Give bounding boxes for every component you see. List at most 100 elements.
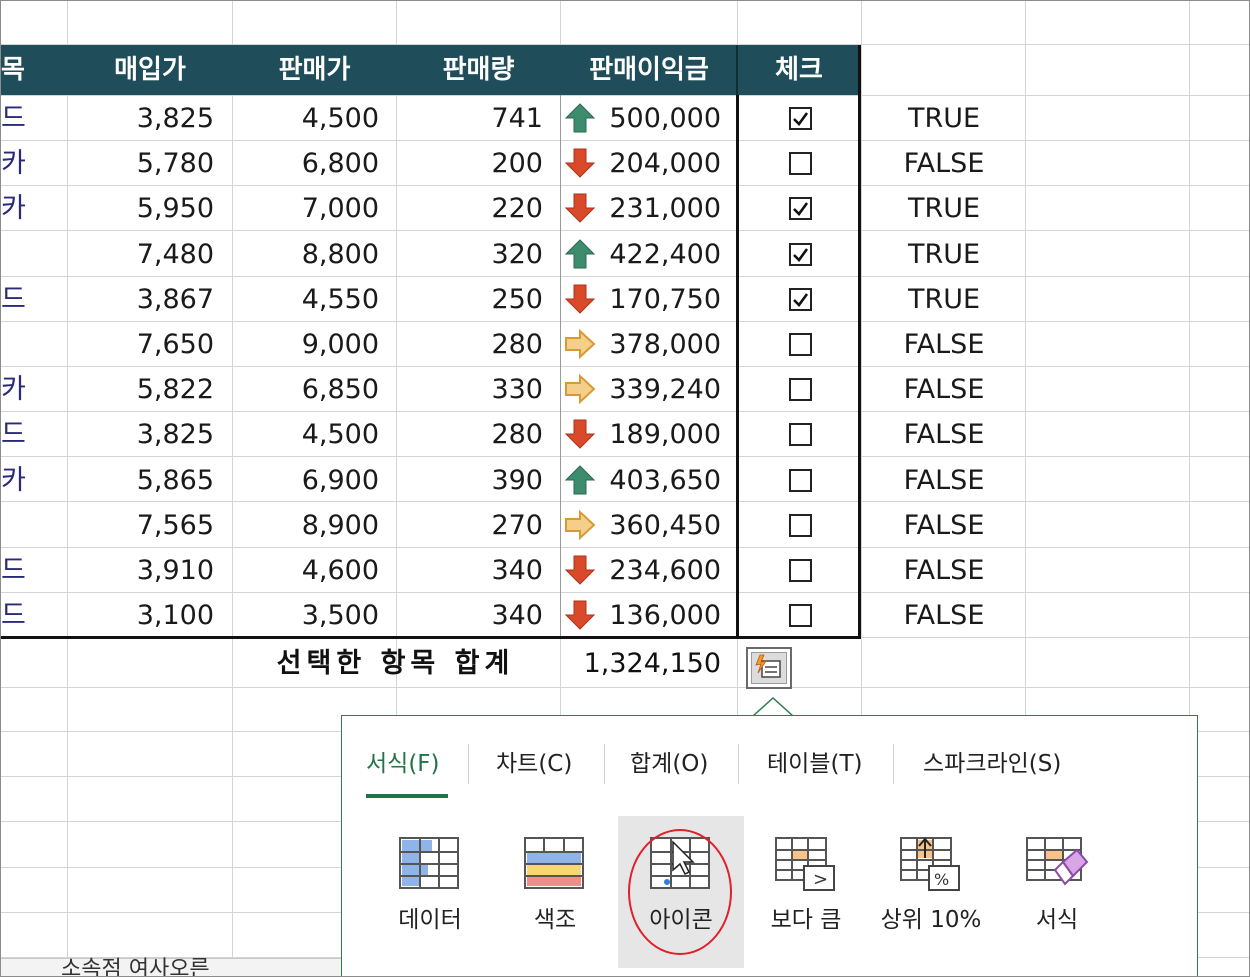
row-checkbox[interactable] [789, 469, 812, 492]
sell-price-cell[interactable]: 4,500 [233, 96, 379, 141]
sell-price-cell[interactable]: 4,600 [233, 548, 379, 593]
arrow-up-icon [564, 238, 596, 270]
profit-cell[interactable]: 170,750 [601, 277, 721, 322]
item-cell[interactable]: 카 [1, 141, 41, 186]
profit-cell[interactable]: 378,000 [601, 322, 721, 367]
buy-price-cell[interactable]: 5,950 [68, 186, 214, 231]
buy-price-cell[interactable]: 7,480 [68, 232, 214, 277]
row-checkbox[interactable] [789, 107, 812, 130]
profit-cell[interactable]: 136,000 [601, 593, 721, 638]
tab-table[interactable]: 테이블(T) [767, 746, 862, 782]
sheet-tab[interactable]: 소속점 여사오른 [61, 959, 210, 977]
item-cell[interactable]: 카 [1, 186, 41, 231]
profit-cell[interactable]: 189,000 [601, 412, 721, 457]
quantity-cell[interactable]: 270 [397, 503, 543, 548]
quantity-cell[interactable]: 390 [397, 458, 543, 503]
profit-cell[interactable]: 403,650 [601, 458, 721, 503]
row-checkbox[interactable] [789, 288, 812, 311]
boolean-cell[interactable]: FALSE [863, 548, 1025, 593]
row-checkbox[interactable] [789, 378, 812, 401]
sell-price-cell[interactable]: 3,500 [233, 593, 379, 638]
option-color-scale[interactable]: 색조 [492, 816, 618, 968]
profit-cell[interactable]: 360,450 [601, 503, 721, 548]
quantity-cell[interactable]: 330 [397, 367, 543, 412]
buy-price-cell[interactable]: 7,565 [68, 503, 214, 548]
arrow-right-icon [564, 509, 596, 541]
option-clear-format[interactable]: 서식 [994, 816, 1120, 968]
profit-cell[interactable]: 339,240 [601, 367, 721, 412]
buy-price-cell[interactable]: 3,867 [68, 277, 214, 322]
boolean-cell[interactable]: FALSE [863, 458, 1025, 503]
option-data-bar[interactable]: 데이터 [367, 816, 493, 968]
row-checkbox[interactable] [789, 559, 812, 582]
boolean-cell[interactable]: FALSE [863, 412, 1025, 457]
quantity-cell[interactable]: 320 [397, 232, 543, 277]
item-cell[interactable]: 드 [1, 96, 41, 141]
profit-cell[interactable]: 422,400 [601, 232, 721, 277]
sell-price-cell[interactable]: 8,900 [233, 503, 379, 548]
item-cell[interactable]: 카 [1, 367, 41, 412]
boolean-cell[interactable]: FALSE [863, 593, 1025, 638]
buy-price-cell[interactable]: 5,822 [68, 367, 214, 412]
quantity-cell[interactable]: 200 [397, 141, 543, 186]
item-cell[interactable]: 드 [1, 277, 41, 322]
profit-cell[interactable]: 204,000 [601, 141, 721, 186]
buy-price-cell[interactable]: 3,825 [68, 412, 214, 457]
sell-price-cell[interactable]: 4,550 [233, 277, 379, 322]
quantity-cell[interactable]: 280 [397, 322, 543, 367]
row-checkbox[interactable] [789, 423, 812, 446]
buy-price-cell[interactable]: 3,910 [68, 548, 214, 593]
sell-price-cell[interactable]: 4,500 [233, 412, 379, 457]
row-checkbox[interactable] [789, 243, 812, 266]
row-checkbox[interactable] [789, 514, 812, 537]
quantity-cell[interactable]: 741 [397, 96, 543, 141]
item-cell[interactable] [1, 232, 41, 277]
item-cell[interactable]: 드 [1, 593, 41, 638]
quick-analysis-button[interactable] [746, 647, 792, 689]
boolean-cell[interactable]: FALSE [863, 141, 1025, 186]
boolean-cell[interactable]: FALSE [863, 322, 1025, 367]
sell-price-cell[interactable]: 9,000 [233, 322, 379, 367]
option-top-10-percent[interactable]: % 상위 10% [868, 816, 994, 968]
buy-price-cell[interactable]: 5,780 [68, 141, 214, 186]
buy-price-cell[interactable]: 3,825 [68, 96, 214, 141]
option-greater-than[interactable]: > 보다 큼 [743, 816, 869, 968]
tab-chart[interactable]: 차트(C) [496, 746, 572, 782]
sell-price-cell[interactable]: 6,850 [233, 367, 379, 412]
profit-cell[interactable]: 231,000 [601, 186, 721, 231]
quantity-cell[interactable]: 250 [397, 277, 543, 322]
sell-price-cell[interactable]: 6,900 [233, 458, 379, 503]
row-checkbox[interactable] [789, 152, 812, 175]
tab-totals[interactable]: 합계(O) [630, 746, 708, 782]
row-checkbox[interactable] [789, 197, 812, 220]
selection-edge [560, 95, 561, 636]
row-checkbox[interactable] [789, 333, 812, 356]
sell-price-cell[interactable]: 8,800 [233, 232, 379, 277]
buy-price-cell[interactable]: 3,100 [68, 593, 214, 638]
item-cell[interactable] [1, 322, 41, 367]
boolean-cell[interactable]: FALSE [863, 503, 1025, 548]
row-checkbox[interactable] [789, 604, 812, 627]
item-cell[interactable] [1, 503, 41, 548]
boolean-cell[interactable]: TRUE [863, 277, 1025, 322]
item-cell[interactable]: 드 [1, 412, 41, 457]
boolean-cell[interactable]: TRUE [863, 186, 1025, 231]
tab-format[interactable]: 서식(F) [366, 746, 440, 782]
quantity-cell[interactable]: 340 [397, 548, 543, 593]
buy-price-cell[interactable]: 7,650 [68, 322, 214, 367]
sell-price-cell[interactable]: 7,000 [233, 186, 379, 231]
arrow-right-icon [564, 328, 596, 360]
profit-cell[interactable]: 234,600 [601, 548, 721, 593]
item-cell[interactable]: 드 [1, 548, 41, 593]
sell-price-cell[interactable]: 6,800 [233, 141, 379, 186]
boolean-cell[interactable]: TRUE [863, 96, 1025, 141]
boolean-cell[interactable]: TRUE [863, 232, 1025, 277]
boolean-cell[interactable]: FALSE [863, 367, 1025, 412]
quantity-cell[interactable]: 280 [397, 412, 543, 457]
quantity-cell[interactable]: 220 [397, 186, 543, 231]
item-cell[interactable]: 카 [1, 458, 41, 503]
tab-sparkline[interactable]: 스파크라인(S) [923, 746, 1061, 782]
quantity-cell[interactable]: 340 [397, 593, 543, 638]
buy-price-cell[interactable]: 5,865 [68, 458, 214, 503]
profit-cell[interactable]: 500,000 [601, 96, 721, 141]
